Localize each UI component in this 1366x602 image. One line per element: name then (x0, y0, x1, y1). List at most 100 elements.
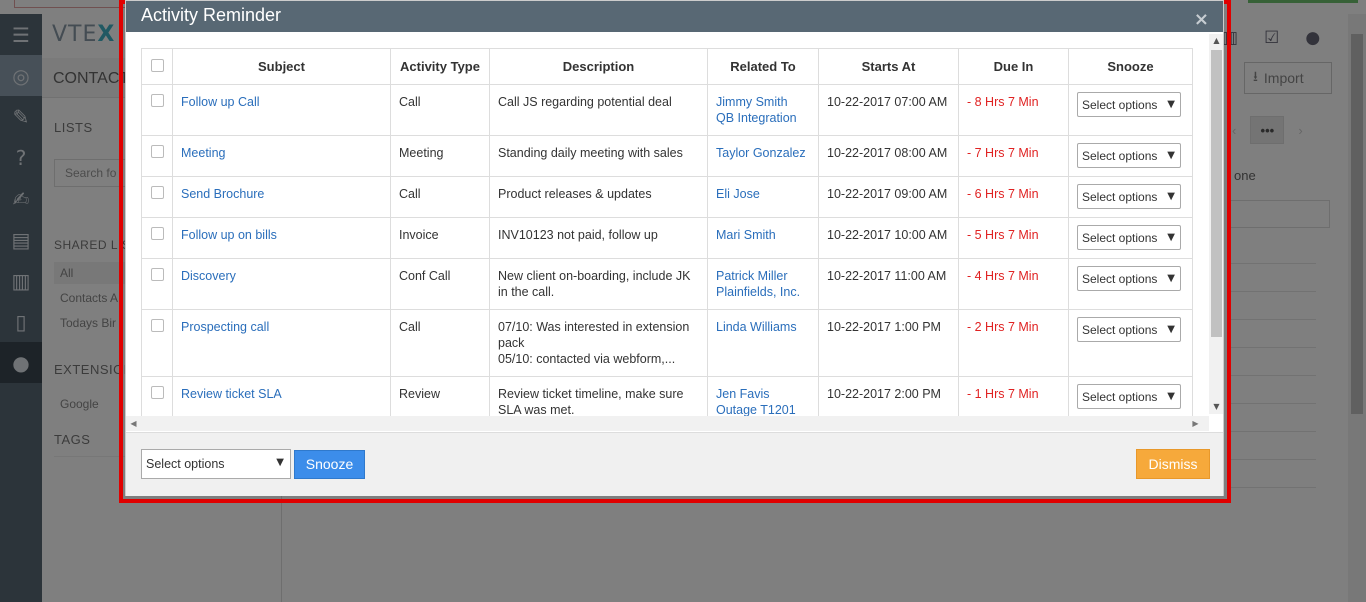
scroll-left-arrow-icon[interactable]: ◀ (126, 416, 141, 431)
caret-down-icon: ▼ (1167, 191, 1175, 202)
row-checkbox[interactable] (141, 135, 173, 177)
subject-link[interactable]: Prospecting call (181, 320, 269, 334)
caret-down-icon: ▼ (1167, 273, 1175, 284)
starts-at-cell: 10-22-2017 1:00 PM (818, 309, 959, 377)
due-in-cell: - 2 Hrs 7 Min (958, 309, 1069, 377)
bulk-snooze-select-value: Select options (146, 457, 225, 471)
description-cell: New client on-boarding, include JK in th… (489, 258, 708, 310)
related-to-link[interactable]: Linda Williams (716, 319, 810, 335)
row-checkbox[interactable] (141, 176, 173, 218)
bulk-snooze-select[interactable]: Select options ▼ (141, 449, 291, 479)
caret-down-icon: ▼ (1167, 150, 1175, 161)
modal-header: Activity Reminder × (126, 1, 1223, 32)
table-row: Follow up Call Call Call JS regarding pote… (141, 84, 1193, 136)
description-cell: Standing daily meeting with sales (489, 135, 708, 177)
dismiss-button[interactable]: Dismiss (1136, 449, 1210, 479)
starts-at-cell: 10-22-2017 09:00 AM (818, 176, 959, 218)
snooze-button[interactable]: Snooze (294, 450, 365, 479)
due-in-cell: - 6 Hrs 7 Min (958, 176, 1069, 218)
table-header-row: Subject Activity Type Description Relate… (141, 48, 1193, 85)
subject-link[interactable]: Meeting (181, 146, 225, 160)
row-snooze-select[interactable]: Select options ▼ (1077, 143, 1181, 168)
row-snooze-select-value: Select options (1082, 190, 1158, 204)
due-in-cell: - 4 Hrs 7 Min (958, 258, 1069, 310)
activity-type-cell: Call (390, 84, 490, 136)
row-checkbox[interactable] (141, 309, 173, 377)
snooze-cell: Select options ▼ (1068, 217, 1193, 259)
related-to-cell: Taylor Gonzalez (707, 135, 819, 177)
modal-body: Subject Activity Type Description Relate… (126, 32, 1223, 432)
row-snooze-select[interactable]: Select options ▼ (1077, 225, 1181, 250)
caret-down-icon: ▼ (276, 457, 284, 468)
related-to-link[interactable]: Patrick Miller (716, 268, 810, 284)
description-cell: Review ticket timeline, make sure SLA wa… (489, 376, 708, 416)
subject-link[interactable]: Follow up Call (181, 95, 260, 109)
description-cell: Call JS regarding potential deal (489, 84, 708, 136)
related-to-link[interactable]: Taylor Gonzalez (716, 145, 810, 161)
row-snooze-select-value: Select options (1082, 323, 1158, 337)
row-checkbox[interactable] (141, 217, 173, 259)
modal-footer: Select options ▼ Snooze Dismiss (126, 432, 1223, 496)
activity-type-cell: Call (390, 176, 490, 218)
select-all-checkbox[interactable] (141, 48, 173, 85)
related-to-cell: Jimmy Smith QB Integration (707, 84, 819, 136)
description-cell: 07/10: Was interested in extension pack … (489, 309, 708, 377)
row-snooze-select[interactable]: Select options ▼ (1077, 384, 1181, 409)
caret-down-icon: ▼ (1167, 99, 1175, 110)
related-to-link[interactable]: Jen Favis (716, 386, 810, 402)
starts-at-cell: 10-22-2017 08:00 AM (818, 135, 959, 177)
activity-type-cell: Invoice (390, 217, 490, 259)
modal-scrollbar-thumb[interactable] (1211, 50, 1222, 337)
row-checkbox[interactable] (141, 258, 173, 310)
row-snooze-select-value: Select options (1082, 98, 1158, 112)
modal-horizontal-scrollbar[interactable]: ◀ ▶ (126, 416, 1209, 431)
related-to-link[interactable]: Mari Smith (716, 227, 810, 243)
starts-at-cell: 10-22-2017 2:00 PM (818, 376, 959, 416)
scroll-up-arrow-icon[interactable]: ▲ (1209, 34, 1223, 48)
subject-link[interactable]: Discovery (181, 269, 236, 283)
activity-reminder-modal: Activity Reminder × Subject Activity Typ… (125, 0, 1224, 496)
table-body: Follow up Call Call Call JS regarding pote… (141, 84, 1193, 416)
modal-vertical-scrollbar[interactable]: ▲ ▼ (1209, 34, 1223, 414)
related-to-cell: Patrick Miller Plainfields, Inc. (707, 258, 819, 310)
row-checkbox[interactable] (141, 84, 173, 136)
row-snooze-select[interactable]: Select options ▼ (1077, 92, 1181, 117)
activity-type-cell: Call (390, 309, 490, 377)
row-snooze-select[interactable]: Select options ▼ (1077, 317, 1181, 342)
row-snooze-select-value: Select options (1082, 272, 1158, 286)
column-header-due-in: Due In (958, 48, 1069, 85)
subject-link[interactable]: Follow up on bills (181, 228, 277, 242)
row-snooze-select-value: Select options (1082, 149, 1158, 163)
modal-title: Activity Reminder (141, 5, 282, 25)
table-row: Review ticket SLA Review Review ticket tim… (141, 376, 1193, 416)
column-header-subject: Subject (172, 48, 391, 85)
related-to-link[interactable]: Eli Jose (716, 186, 810, 202)
related-to-link[interactable]: Plainfields, Inc. (716, 284, 810, 300)
related-to-link[interactable]: Outage T1201 (716, 402, 810, 416)
close-icon[interactable]: × (1194, 9, 1209, 30)
row-checkbox[interactable] (141, 376, 173, 416)
reminder-table: Subject Activity Type Description Relate… (141, 48, 1193, 416)
description-cell: INV10123 not paid, follow up (489, 217, 708, 259)
caret-down-icon: ▼ (1167, 232, 1175, 243)
related-to-cell: Mari Smith (707, 217, 819, 259)
related-to-link[interactable]: QB Integration (716, 110, 810, 126)
row-snooze-select-value: Select options (1082, 390, 1158, 404)
snooze-cell: Select options ▼ (1068, 84, 1193, 136)
subject-link[interactable]: Review ticket SLA (181, 387, 282, 401)
table-row: Prospecting call Call 07/10: Was intereste… (141, 309, 1193, 377)
due-in-cell: - 8 Hrs 7 Min (958, 84, 1069, 136)
starts-at-cell: 10-22-2017 11:00 AM (818, 258, 959, 310)
scroll-right-arrow-icon[interactable]: ▶ (1188, 416, 1203, 431)
snooze-cell: Select options ▼ (1068, 376, 1193, 416)
caret-down-icon: ▼ (1167, 391, 1175, 402)
starts-at-cell: 10-22-2017 10:00 AM (818, 217, 959, 259)
row-snooze-select[interactable]: Select options ▼ (1077, 184, 1181, 209)
row-snooze-select[interactable]: Select options ▼ (1077, 266, 1181, 291)
due-in-cell: - 1 Hrs 7 Min (958, 376, 1069, 416)
subject-link[interactable]: Send Brochure (181, 187, 264, 201)
column-header-related-to: Related To (707, 48, 819, 85)
snooze-cell: Select options ▼ (1068, 135, 1193, 177)
related-to-link[interactable]: Jimmy Smith (716, 94, 810, 110)
scroll-down-arrow-icon[interactable]: ▼ (1209, 400, 1223, 414)
